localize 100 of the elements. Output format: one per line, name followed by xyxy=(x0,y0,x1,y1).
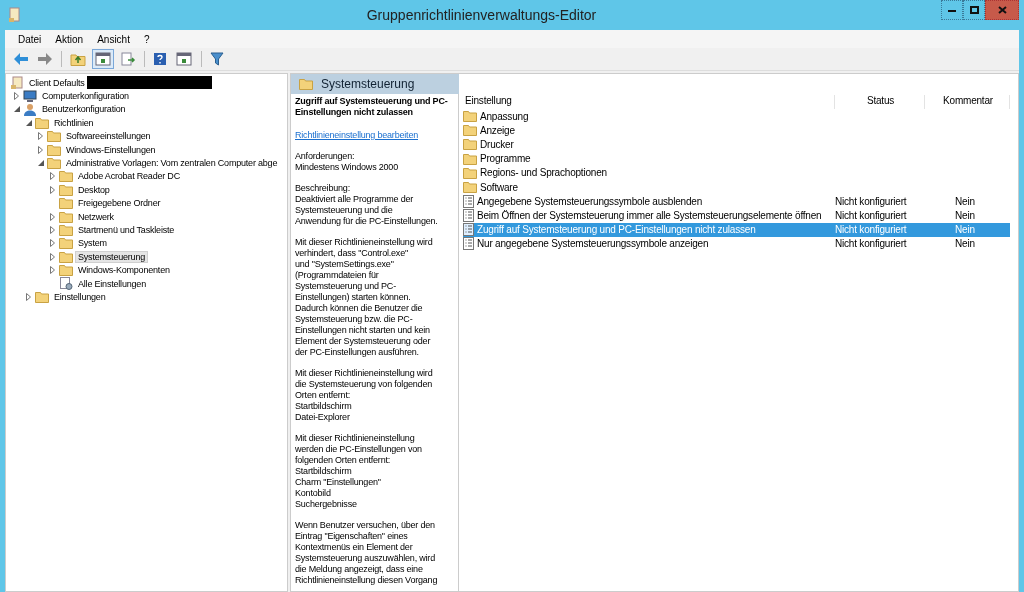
list-row[interactable]: Programme xyxy=(463,151,1010,166)
tree-item[interactable]: Windows-Komponenten xyxy=(75,264,173,277)
folder-icon xyxy=(47,143,61,156)
status-cell: Nicht konfiguriert xyxy=(835,195,907,207)
forward-arrow-icon[interactable] xyxy=(35,50,55,68)
folder-icon xyxy=(463,181,477,194)
setting-name: Angegebene Systemsteuerungssymbole ausblenden xyxy=(477,195,703,207)
status-cell: Nicht konfiguriert xyxy=(835,209,907,221)
minimize-icon xyxy=(948,8,956,12)
folder-icon xyxy=(463,166,477,179)
user-icon xyxy=(23,102,37,116)
expanded-arrow-icon[interactable] xyxy=(37,160,44,167)
export-list-icon[interactable] xyxy=(118,50,138,68)
setting-name: Nur angegebene Systemsteuerungssymbole anzeigen xyxy=(477,238,709,250)
policy-title: Zugriff auf Systemsteuerung und PC-Einstellungen nicht zulassen xyxy=(295,96,449,118)
menu-item[interactable]: Aktion xyxy=(48,33,91,45)
list-row[interactable]: Anpassung xyxy=(463,109,1010,124)
list-row[interactable]: Beim Öffnen der Systemsteuerung immer alle Systemsteuerungselemente öffnen Nicht konfiguriert Nein xyxy=(463,208,1010,223)
tree-item[interactable]: Administrative Vorlagen: Vom zentralen Computer abge xyxy=(63,157,281,170)
tree-item[interactable]: Startmenü und Taskleiste xyxy=(75,224,178,236)
setting-name: Drucker xyxy=(480,138,514,150)
edit-policy-link[interactable]: Richtlinieneinstellung bearbeiten xyxy=(295,130,418,140)
pane-icon[interactable] xyxy=(173,49,195,69)
minimize-button[interactable] xyxy=(941,0,963,20)
tree-item[interactable]: Computerkonfiguration xyxy=(39,90,132,103)
list-row[interactable]: Angegebene Systemsteuerungssymbole ausblenden Nicht konfiguriert Nein xyxy=(463,194,1010,209)
tree-item[interactable]: Windows-Einstellungen xyxy=(63,143,159,156)
settings-page-icon xyxy=(59,277,73,291)
folder-icon xyxy=(59,237,73,250)
tree-item[interactable]: Alle Einstellungen xyxy=(75,277,149,290)
tree-root[interactable]: Client Defaults xyxy=(26,76,88,89)
window-title: Gruppenrichtlinienverwaltungs-Editor xyxy=(365,7,598,23)
close-button[interactable] xyxy=(985,0,1019,20)
pane-icon[interactable] xyxy=(92,49,114,69)
list-row[interactable]: Software xyxy=(463,179,1010,195)
menu-item[interactable]: Ansicht xyxy=(90,33,137,45)
folder-icon xyxy=(59,183,73,196)
column-header[interactable]: Einstellung xyxy=(463,95,835,109)
filter-icon[interactable] xyxy=(208,50,226,68)
tree-item[interactable]: Softwareeinstellungen xyxy=(63,130,154,143)
computer-icon xyxy=(23,89,37,103)
description-paragraph: Anforderungen: Mindestens Windows 2000 xyxy=(295,151,399,173)
tree-item[interactable]: System xyxy=(75,237,110,250)
setting-name: Anpassung xyxy=(480,110,529,122)
folder-icon xyxy=(463,138,477,151)
policy-setting-icon xyxy=(463,237,474,251)
comment-cell: Nein xyxy=(955,209,975,221)
status-cell: Nicht konfiguriert xyxy=(835,238,907,250)
menu-item[interactable]: Datei xyxy=(11,33,49,45)
folder-icon xyxy=(463,124,477,137)
tree-item[interactable]: Adobe Acrobat Reader DC xyxy=(75,170,183,183)
description-paragraph: Mit dieser Richtlinieneinstellung wird verhindert, dass "Control.exe" und "SystemSettings.exe" (Programmdateien für Systemsteuerung und PC- Einstellungen) starten können. Dadurch können die Benutzer die Systemsteuerung bzw. die PC- Einstellungen nicht starten und kein Element der Systemsteuerung oder der PC-Einstellungen ausführen. xyxy=(295,237,434,358)
description-paragraph: Mit dieser Richtlinieneinstellung werden die PC-Einstellungen von folgenden Orten entfernt: Startbildschirm Charm "Einstellungen" Kontobild Suchergebnisse xyxy=(295,433,423,510)
folder-icon xyxy=(59,264,73,277)
column-header[interactable]: Kommentar xyxy=(925,95,1010,109)
column-header[interactable]: Status xyxy=(835,95,925,109)
maximize-icon xyxy=(969,6,979,14)
folder-icon xyxy=(47,157,61,170)
folder-icon xyxy=(59,250,73,263)
maximize-button[interactable] xyxy=(963,0,985,20)
pane-title: Systemsteuerung xyxy=(321,77,415,91)
tree-item[interactable]: Systemsteuerung xyxy=(75,250,149,263)
menu-item[interactable]: ? xyxy=(136,33,157,45)
comment-cell: Nein xyxy=(955,195,975,207)
collapsed-arrow-icon[interactable] xyxy=(14,92,19,101)
description-paragraph: Mit dieser Richtlinieneinstellung wird die Systemsteuerung von folgenden Orten entfernt: Startbildschirm Datei-Explorer xyxy=(295,368,434,423)
list-row[interactable]: Drucker xyxy=(463,137,1010,152)
list-row[interactable]: Anzeige xyxy=(463,123,1010,138)
folder-icon xyxy=(59,197,73,210)
policy-book-icon xyxy=(10,75,24,90)
folder-icon xyxy=(59,224,73,236)
setting-name: Anzeige xyxy=(480,124,515,136)
status-cell: Nicht konfiguriert xyxy=(835,224,907,236)
comment-cell: Nein xyxy=(955,224,975,236)
folder-icon xyxy=(59,210,73,223)
tree-item[interactable]: Richtlinien xyxy=(51,116,97,129)
folder-icon xyxy=(463,110,477,123)
tree-item[interactable]: Benutzerkonfiguration xyxy=(39,103,129,116)
folder-icon xyxy=(47,130,61,143)
setting-name: Beim Öffnen der Systemsteuerung immer alle Systemsteuerungselemente öffnen xyxy=(477,209,822,221)
setting-name: Software xyxy=(480,181,518,193)
header-folder-icon xyxy=(299,78,313,90)
setting-name: Regions- und Sprachoptionen xyxy=(480,167,607,179)
list-row[interactable]: Nur angegebene Systemsteuerungssymbole anzeigen Nicht konfiguriert Nein xyxy=(463,236,1010,251)
folder-icon xyxy=(59,170,73,183)
tree-item[interactable]: Desktop xyxy=(75,183,113,196)
close-icon xyxy=(997,6,1007,14)
policy-setting-icon xyxy=(463,208,474,222)
list-row[interactable]: Regions- und Sprachoptionen xyxy=(463,165,1010,180)
app-icon xyxy=(8,7,22,23)
policy-setting-icon xyxy=(463,194,474,208)
help-book-icon[interactable] xyxy=(151,50,169,68)
tree-item[interactable]: Freigegebene Ordner xyxy=(75,197,164,210)
policy-setting-icon xyxy=(463,223,474,237)
folder-icon xyxy=(463,152,477,165)
tree-item[interactable]: Netzwerk xyxy=(75,210,117,223)
collapsed-arrow-icon[interactable] xyxy=(26,292,31,301)
folder-icon xyxy=(35,116,49,129)
tree-item[interactable]: Einstellungen xyxy=(51,290,109,303)
description-paragraph: Beschreibung: Deaktiviert alle Programme der Systemsteuerung und die Anwendung für die PC-Einstellungen. xyxy=(295,183,439,227)
